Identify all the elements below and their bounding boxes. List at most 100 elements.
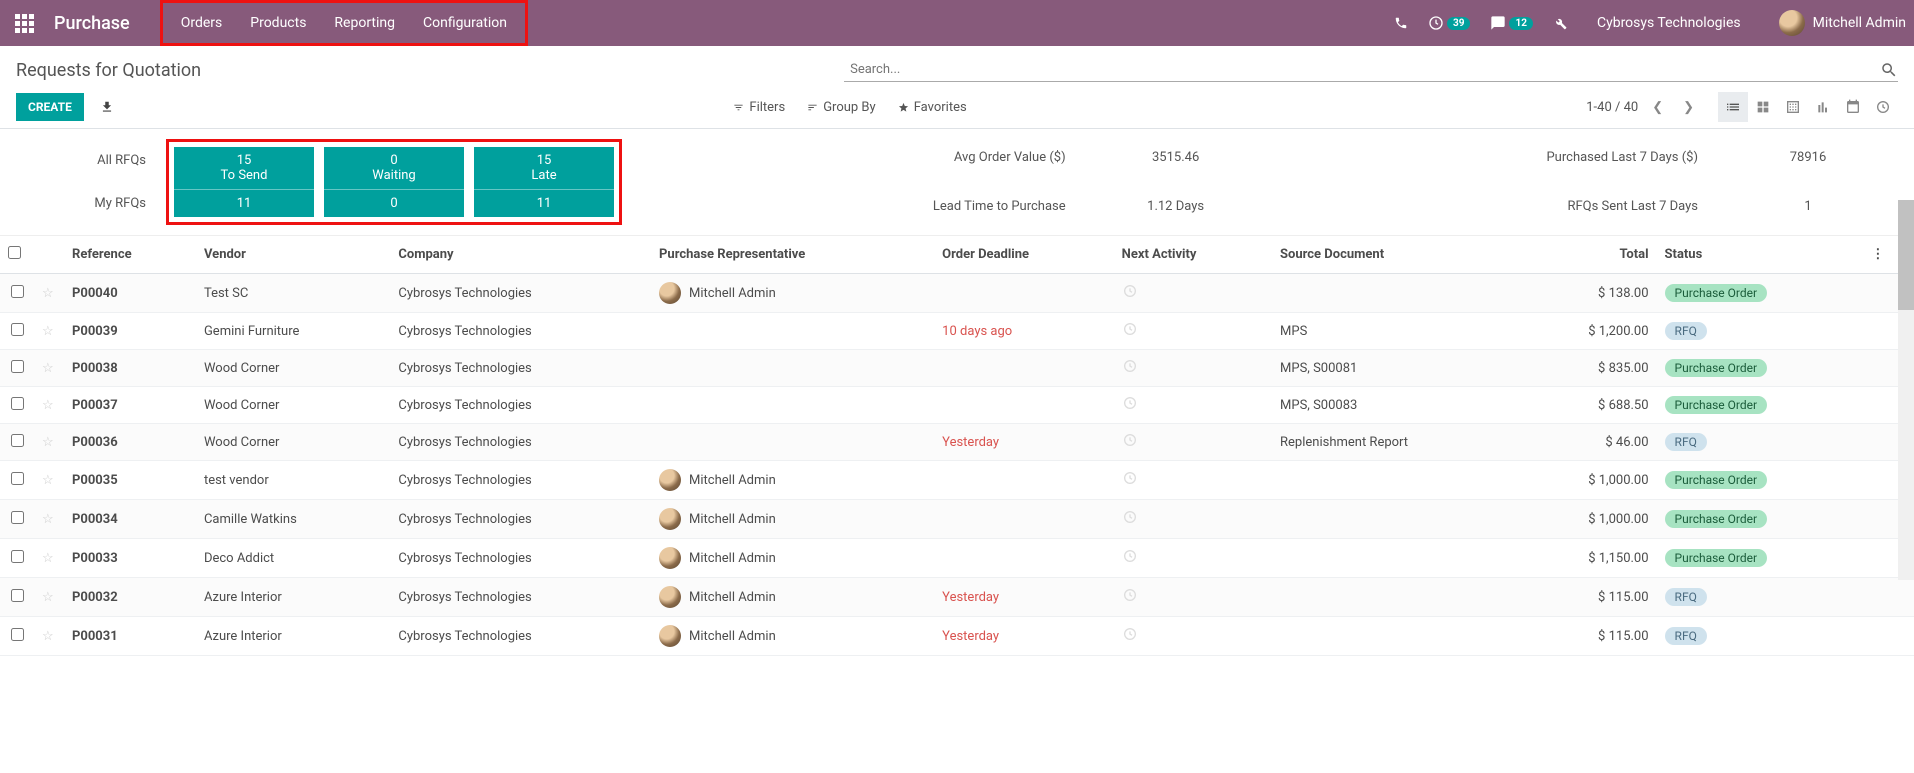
col-rep[interactable]: Purchase Representative: [651, 236, 934, 274]
row-checkbox[interactable]: [11, 511, 24, 524]
col-total[interactable]: Total: [1523, 236, 1656, 274]
clock-icon[interactable]: [1122, 470, 1138, 486]
col-activity[interactable]: Next Activity: [1114, 236, 1272, 274]
clock-icon[interactable]: [1122, 509, 1138, 525]
table-row[interactable]: ☆ P00036 Wood Corner Cybrosys Technologi…: [0, 424, 1914, 461]
stat-waiting[interactable]: 0Waiting 0: [324, 147, 464, 217]
activities-icon[interactable]: 39: [1428, 15, 1470, 31]
row-checkbox[interactable]: [11, 285, 24, 298]
view-list-icon[interactable]: [1718, 92, 1748, 122]
company-switcher[interactable]: Cybrosys Technologies: [1597, 15, 1741, 31]
create-button[interactable]: CREATE: [16, 93, 84, 121]
cell-status: Purchase Order: [1657, 350, 1864, 387]
cell-rep: Mitchell Admin: [651, 539, 934, 578]
phone-icon[interactable]: [1394, 16, 1408, 30]
wrench-icon[interactable]: [1553, 15, 1567, 31]
scrollbar[interactable]: [1898, 200, 1914, 580]
view-kanban-icon[interactable]: [1748, 92, 1778, 122]
table-wrap[interactable]: Reference Vendor Company Purchase Repres…: [0, 236, 1914, 757]
view-pivot-icon[interactable]: [1778, 92, 1808, 122]
row-checkbox[interactable]: [11, 472, 24, 485]
table-row[interactable]: ☆ P00038 Wood Corner Cybrosys Technologi…: [0, 350, 1914, 387]
star-icon[interactable]: ☆: [34, 424, 64, 461]
select-all-checkbox[interactable]: [8, 246, 21, 259]
menu-reporting[interactable]: Reporting: [320, 15, 409, 31]
status-badge: Purchase Order: [1665, 284, 1768, 302]
clock-icon[interactable]: [1122, 283, 1138, 299]
user-name: Mitchell Admin: [1813, 15, 1906, 31]
star-icon[interactable]: ☆: [34, 274, 64, 313]
clock-icon[interactable]: [1122, 587, 1138, 603]
star-icon[interactable]: ☆: [34, 461, 64, 500]
star-icon[interactable]: ☆: [34, 578, 64, 617]
star-icon[interactable]: ☆: [34, 500, 64, 539]
cell-vendor: Wood Corner: [196, 350, 390, 387]
my-rfqs-label[interactable]: My RFQs: [16, 182, 146, 225]
view-graph-icon[interactable]: [1808, 92, 1838, 122]
search-icon[interactable]: [1880, 61, 1898, 79]
col-status[interactable]: Status: [1657, 236, 1864, 274]
cell-status: Purchase Order: [1657, 539, 1864, 578]
status-badge: Purchase Order: [1665, 549, 1768, 567]
row-checkbox[interactable]: [11, 323, 24, 336]
user-menu[interactable]: Mitchell Admin: [1779, 10, 1906, 36]
pager-prev-icon[interactable]: ❮: [1652, 100, 1663, 115]
clock-icon[interactable]: [1122, 395, 1138, 411]
col-deadline[interactable]: Order Deadline: [934, 236, 1114, 274]
stat-to-send[interactable]: 15To Send 11: [174, 147, 314, 217]
row-checkbox[interactable]: [11, 550, 24, 563]
control-panel: Requests for Quotation CREATE Filters Gr…: [0, 46, 1914, 129]
view-activity-icon[interactable]: [1868, 92, 1898, 122]
clock-icon[interactable]: [1122, 626, 1138, 642]
clock-icon[interactable]: [1122, 548, 1138, 564]
table-row[interactable]: ☆ P00034 Camille Watkins Cybrosys Techno…: [0, 500, 1914, 539]
all-rfqs-label[interactable]: All RFQs: [16, 139, 146, 182]
cell-deadline: Yesterday: [934, 617, 1114, 656]
col-reference[interactable]: Reference: [64, 236, 196, 274]
search-bar[interactable]: [844, 58, 1898, 82]
pager-text[interactable]: 1-40 / 40: [1586, 100, 1638, 115]
row-checkbox[interactable]: [11, 628, 24, 641]
row-checkbox[interactable]: [11, 589, 24, 602]
table-row[interactable]: ☆ P00033 Deco Addict Cybrosys Technologi…: [0, 539, 1914, 578]
clock-icon[interactable]: [1122, 358, 1138, 374]
menu-configuration[interactable]: Configuration: [409, 15, 521, 31]
favorites-button[interactable]: Favorites: [898, 100, 967, 115]
messages-icon[interactable]: 12: [1490, 15, 1532, 31]
apps-icon[interactable]: [8, 7, 40, 39]
row-checkbox[interactable]: [11, 397, 24, 410]
table-row[interactable]: ☆ P00040 Test SC Cybrosys Technologies M…: [0, 274, 1914, 313]
row-checkbox[interactable]: [11, 360, 24, 373]
col-vendor[interactable]: Vendor: [196, 236, 390, 274]
groupby-button[interactable]: Group By: [807, 100, 876, 115]
view-calendar-icon[interactable]: [1838, 92, 1868, 122]
star-icon[interactable]: ☆: [34, 539, 64, 578]
table-row[interactable]: ☆ P00037 Wood Corner Cybrosys Technologi…: [0, 387, 1914, 424]
import-icon[interactable]: [100, 100, 114, 114]
stat-late[interactable]: 15Late 11: [474, 147, 614, 217]
clock-icon[interactable]: [1122, 432, 1138, 448]
star-icon[interactable]: ☆: [34, 350, 64, 387]
col-company[interactable]: Company: [390, 236, 651, 274]
menu-orders[interactable]: Orders: [167, 15, 237, 31]
star-icon[interactable]: ☆: [34, 617, 64, 656]
pager-next-icon[interactable]: ❯: [1683, 100, 1694, 115]
table-row[interactable]: ☆ P00039 Gemini Furniture Cybrosys Techn…: [0, 313, 1914, 350]
clock-icon[interactable]: [1122, 321, 1138, 337]
table-row[interactable]: ☆ P00035 test vendor Cybrosys Technologi…: [0, 461, 1914, 500]
cell-activity: [1114, 313, 1272, 350]
row-checkbox[interactable]: [11, 434, 24, 447]
star-icon[interactable]: ☆: [34, 313, 64, 350]
star-icon[interactable]: ☆: [34, 387, 64, 424]
search-input[interactable]: [844, 58, 1880, 81]
app-brand[interactable]: Purchase: [54, 13, 130, 34]
cell-company: Cybrosys Technologies: [390, 387, 651, 424]
col-source[interactable]: Source Document: [1272, 236, 1523, 274]
filters-button[interactable]: Filters: [733, 100, 785, 115]
table-row[interactable]: ☆ P00031 Azure Interior Cybrosys Technol…: [0, 617, 1914, 656]
cell-source: [1272, 461, 1523, 500]
menu-products[interactable]: Products: [236, 15, 320, 31]
menu-highlight: Orders Products Reporting Configuration: [160, 0, 528, 46]
scrollbar-thumb[interactable]: [1898, 200, 1914, 310]
table-row[interactable]: ☆ P00032 Azure Interior Cybrosys Technol…: [0, 578, 1914, 617]
